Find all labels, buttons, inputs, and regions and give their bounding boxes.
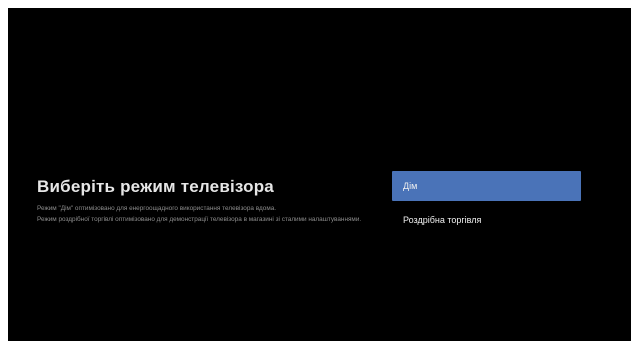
mode-info-panel: Виберіть режим телевізора Режим "Дім" оп…: [37, 176, 377, 225]
option-retail[interactable]: Роздрібна торгівля: [392, 205, 581, 235]
option-home-label: Дім: [403, 181, 418, 191]
retail-mode-description: Режим роздрібної торгівлі оптимізовано д…: [37, 215, 362, 223]
option-home[interactable]: Дім: [392, 171, 581, 201]
page-title: Виберіть режим телевізора: [37, 177, 274, 196]
mode-description: Режим "Дім" оптимізовано для енергоощадн…: [37, 204, 377, 225]
tv-screen: Виберіть режим телевізора Режим "Дім" оп…: [8, 8, 631, 341]
home-mode-description: Режим "Дім" оптимізовано для енергоощадн…: [37, 205, 277, 212]
mode-options-list: Дім Роздрібна торгівля: [392, 171, 581, 235]
option-retail-label: Роздрібна торгівля: [403, 215, 482, 225]
